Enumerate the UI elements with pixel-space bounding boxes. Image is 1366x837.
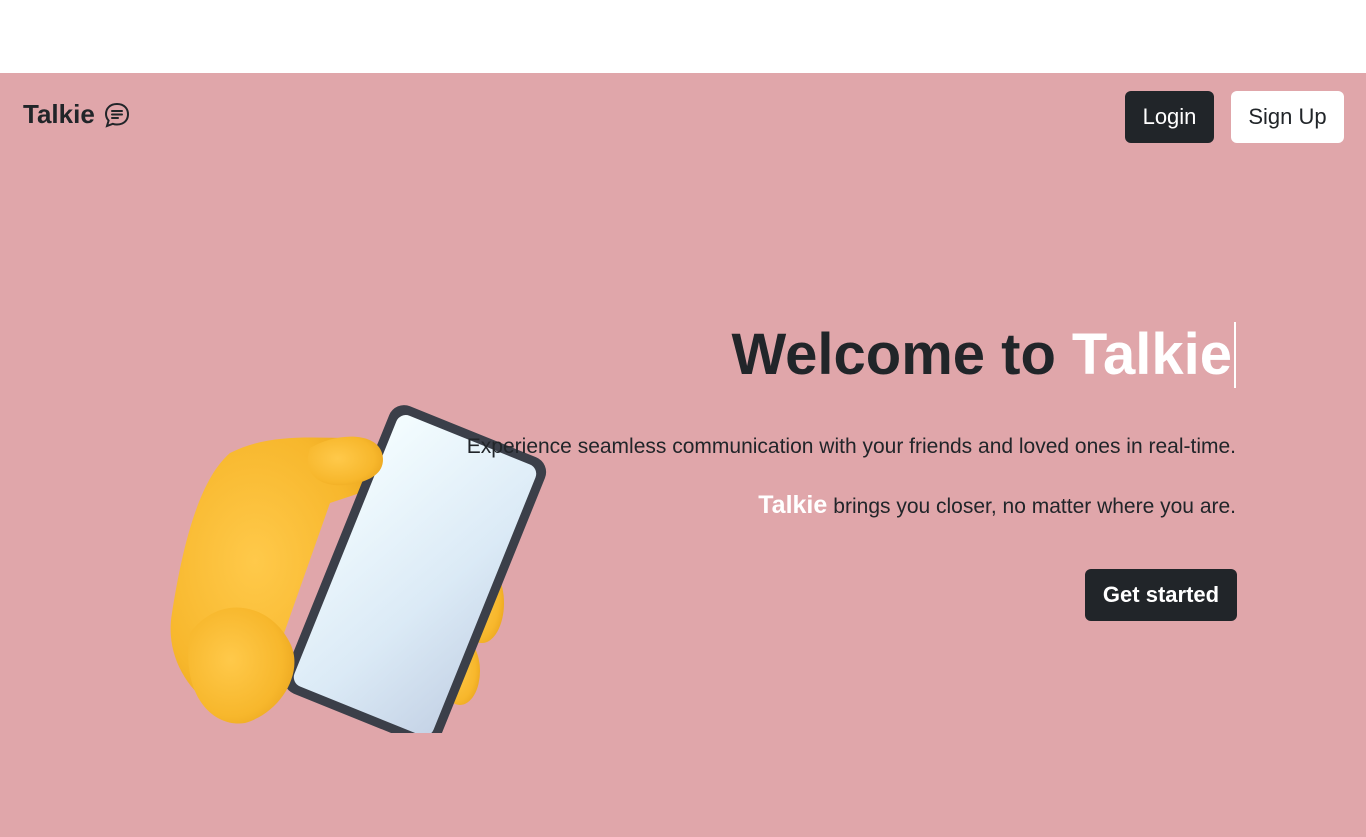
get-started-button[interactable]: Get started <box>1085 569 1237 621</box>
chat-bubble-icon <box>103 101 131 129</box>
landing-page: Talkie Login Sign Up Welcome to Talkie E… <box>0 73 1366 837</box>
hero-tagline: Talkie brings you closer, no matter where… <box>758 491 1236 520</box>
typing-caret <box>1234 321 1236 388</box>
login-button[interactable]: Login <box>1125 91 1214 143</box>
hero-description: Experience seamless communication with y… <box>466 435 1236 458</box>
brand-logo[interactable]: Talkie <box>23 99 131 130</box>
tagline-text: brings you closer, no matter where you a… <box>833 495 1236 518</box>
top-blank-area <box>0 0 1366 73</box>
hero-title: Welcome to Talkie <box>731 321 1236 388</box>
signup-button[interactable]: Sign Up <box>1231 91 1344 143</box>
hero-title-prefix: Welcome to <box>731 322 1056 387</box>
tagline-brand: Talkie <box>758 491 828 519</box>
hero-title-brand: Talkie <box>1071 322 1232 387</box>
hand-holding-phone-icon <box>160 353 550 746</box>
brand-name: Talkie <box>23 99 95 129</box>
